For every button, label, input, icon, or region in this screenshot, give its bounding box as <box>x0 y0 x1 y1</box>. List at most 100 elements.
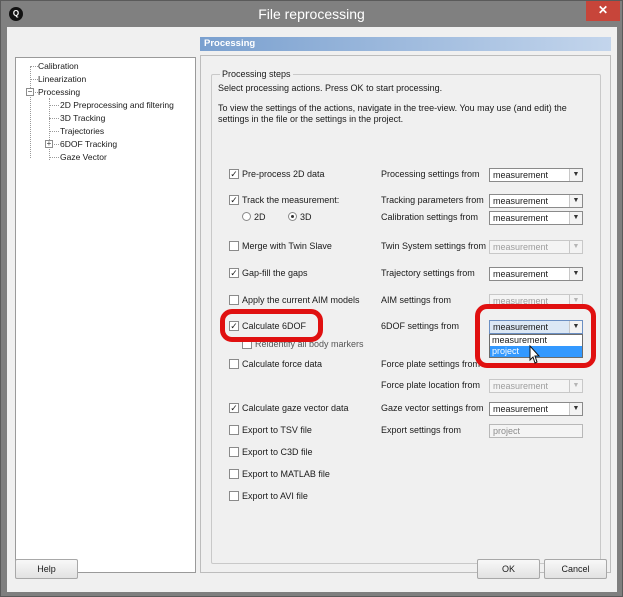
tree-item-2d-preprocessing[interactable]: 2D Preprocessing and filtering <box>60 100 174 110</box>
chevron-down-icon[interactable]: ▼ <box>569 212 582 224</box>
radio-label: 2D <box>254 212 266 222</box>
ok-button[interactable]: OK <box>477 559 540 579</box>
tree-item-3d-tracking[interactable]: 3D Tracking <box>60 113 105 123</box>
chevron-down-icon[interactable]: ▼ <box>569 195 582 207</box>
setting-label: Calibration settings from <box>381 212 479 222</box>
step-label: Pre-process 2D data <box>242 169 325 179</box>
checkbox-icon[interactable]: ✓ <box>229 168 239 179</box>
checkbox-icon[interactable] <box>229 240 239 251</box>
tree-connector <box>49 105 59 106</box>
checkbox-icon[interactable] <box>229 358 239 369</box>
step-apply-aim[interactable]: Apply the current AIM models <box>229 294 360 306</box>
select-value: measurement <box>493 404 549 414</box>
close-button[interactable]: ✕ <box>586 1 620 21</box>
help-button[interactable]: Help <box>15 559 78 579</box>
checkbox-icon[interactable]: ✓ <box>229 194 239 205</box>
annotation-highlight-6dof-checkbox <box>220 309 323 342</box>
group-title: Processing steps <box>220 69 293 79</box>
chevron-down-icon[interactable]: ▼ <box>569 403 582 415</box>
step-label: Export to C3D file <box>242 447 313 457</box>
step-export-matlab[interactable]: Export to MATLAB file <box>229 468 330 480</box>
radio-label: 3D <box>300 212 312 222</box>
processing-panel: Processing steps Select processing actio… <box>200 55 611 573</box>
step-label: Merge with Twin Slave <box>242 241 332 251</box>
tree-connector <box>49 131 59 132</box>
select-value: measurement <box>493 170 549 180</box>
setting-label: AIM settings from <box>381 295 452 305</box>
checkbox-icon[interactable] <box>229 490 239 501</box>
step-export-tsv[interactable]: Export to TSV file <box>229 424 312 436</box>
chevron-down-icon[interactable]: ▼ <box>569 268 582 280</box>
step-track-measurement[interactable]: ✓ Track the measurement: <box>229 194 340 206</box>
tree-connector <box>30 79 38 80</box>
settings-tree: − + Calibration Linearization Processing… <box>15 57 196 573</box>
step-merge-twin-slave[interactable]: Merge with Twin Slave <box>229 240 332 252</box>
setting-label: Processing settings from <box>381 169 480 179</box>
intro-text: settings in the file or the settings in … <box>218 114 404 124</box>
step-export-c3d[interactable]: Export to C3D file <box>229 446 313 458</box>
tracking-parameters-select[interactable]: measurement ▼ <box>489 194 583 208</box>
setting-label: Force plate settings from <box>381 359 481 369</box>
tree-item-processing[interactable]: Processing <box>38 87 80 97</box>
section-header: Processing <box>200 37 611 51</box>
step-preprocess-2d[interactable]: ✓ Pre-process 2D data <box>229 168 325 180</box>
step-label: Gap-fill the gaps <box>242 268 308 278</box>
checkbox-icon[interactable] <box>229 468 239 479</box>
tree-connector <box>49 157 59 158</box>
file-reprocessing-dialog: Q File reprocessing ✕ − + Calibration Li… <box>0 0 623 597</box>
tree-connector <box>49 98 50 160</box>
step-label: Apply the current AIM models <box>242 295 360 305</box>
calibration-settings-select[interactable]: measurement ▼ <box>489 211 583 225</box>
tree-connector <box>30 66 38 67</box>
tree-item-gaze-vector[interactable]: Gaze Vector <box>60 152 107 162</box>
trajectory-settings-select[interactable]: measurement ▼ <box>489 267 583 281</box>
radio-2d[interactable]: 2D <box>242 212 266 222</box>
processing-steps-group: Processing steps Select processing actio… <box>211 69 601 564</box>
checkbox-icon[interactable] <box>229 294 239 305</box>
collapse-icon[interactable]: − <box>26 88 34 96</box>
intro-text: Select processing actions. Press OK to s… <box>218 83 443 93</box>
chevron-down-icon[interactable]: ▼ <box>569 169 582 181</box>
step-label: Export to TSV file <box>242 425 312 435</box>
chevron-down-icon: ▼ <box>569 380 582 392</box>
expand-icon[interactable]: + <box>45 140 53 148</box>
tree-item-6dof-tracking[interactable]: 6DOF Tracking <box>60 139 117 149</box>
step-label: Track the measurement: <box>242 195 340 205</box>
chevron-down-icon: ▼ <box>569 241 582 253</box>
setting-label: Trajectory settings from <box>381 268 475 278</box>
setting-label: Tracking parameters from <box>381 195 484 205</box>
select-value: measurement <box>493 213 549 223</box>
radio-3d[interactable]: 3D <box>288 212 312 222</box>
radio-icon[interactable] <box>288 212 297 222</box>
tree-item-linearization[interactable]: Linearization <box>38 74 86 84</box>
setting-label: Gaze vector settings from <box>381 403 484 413</box>
export-settings-field: project <box>489 424 583 438</box>
twin-system-settings-select: measurement ▼ <box>489 240 583 254</box>
tree-item-trajectories[interactable]: Trajectories <box>60 126 104 136</box>
step-export-avi[interactable]: Export to AVI file <box>229 490 308 502</box>
step-label: Export to MATLAB file <box>242 469 330 479</box>
force-plate-location-select: measurement ▼ <box>489 379 583 393</box>
setting-label: 6DOF settings from <box>381 321 460 331</box>
checkbox-icon[interactable]: ✓ <box>229 402 239 413</box>
setting-label: Twin System settings from <box>381 241 487 251</box>
intro-text: To view the settings of the actions, nav… <box>218 103 567 113</box>
tree-connector <box>49 118 59 119</box>
checkbox-icon[interactable] <box>229 424 239 435</box>
title-bar: Q File reprocessing ✕ <box>1 1 622 27</box>
select-value: measurement <box>493 269 549 279</box>
step-gap-fill[interactable]: ✓ Gap-fill the gaps <box>229 267 308 279</box>
tree-item-calibration[interactable]: Calibration <box>38 61 79 71</box>
step-calculate-force[interactable]: Calculate force data <box>229 358 323 370</box>
gaze-vector-settings-select[interactable]: measurement ▼ <box>489 402 583 416</box>
step-label: Calculate force data <box>242 359 323 369</box>
cancel-button[interactable]: Cancel <box>544 559 607 579</box>
checkbox-icon[interactable] <box>229 446 239 457</box>
step-calculate-gaze[interactable]: ✓ Calculate gaze vector data <box>229 402 349 414</box>
checkbox-icon[interactable]: ✓ <box>229 267 239 278</box>
setting-label: Export settings from <box>381 425 462 435</box>
processing-settings-select[interactable]: measurement ▼ <box>489 168 583 182</box>
select-value: measurement <box>493 196 549 206</box>
mouse-cursor-icon <box>529 345 541 364</box>
radio-icon[interactable] <box>242 212 251 222</box>
